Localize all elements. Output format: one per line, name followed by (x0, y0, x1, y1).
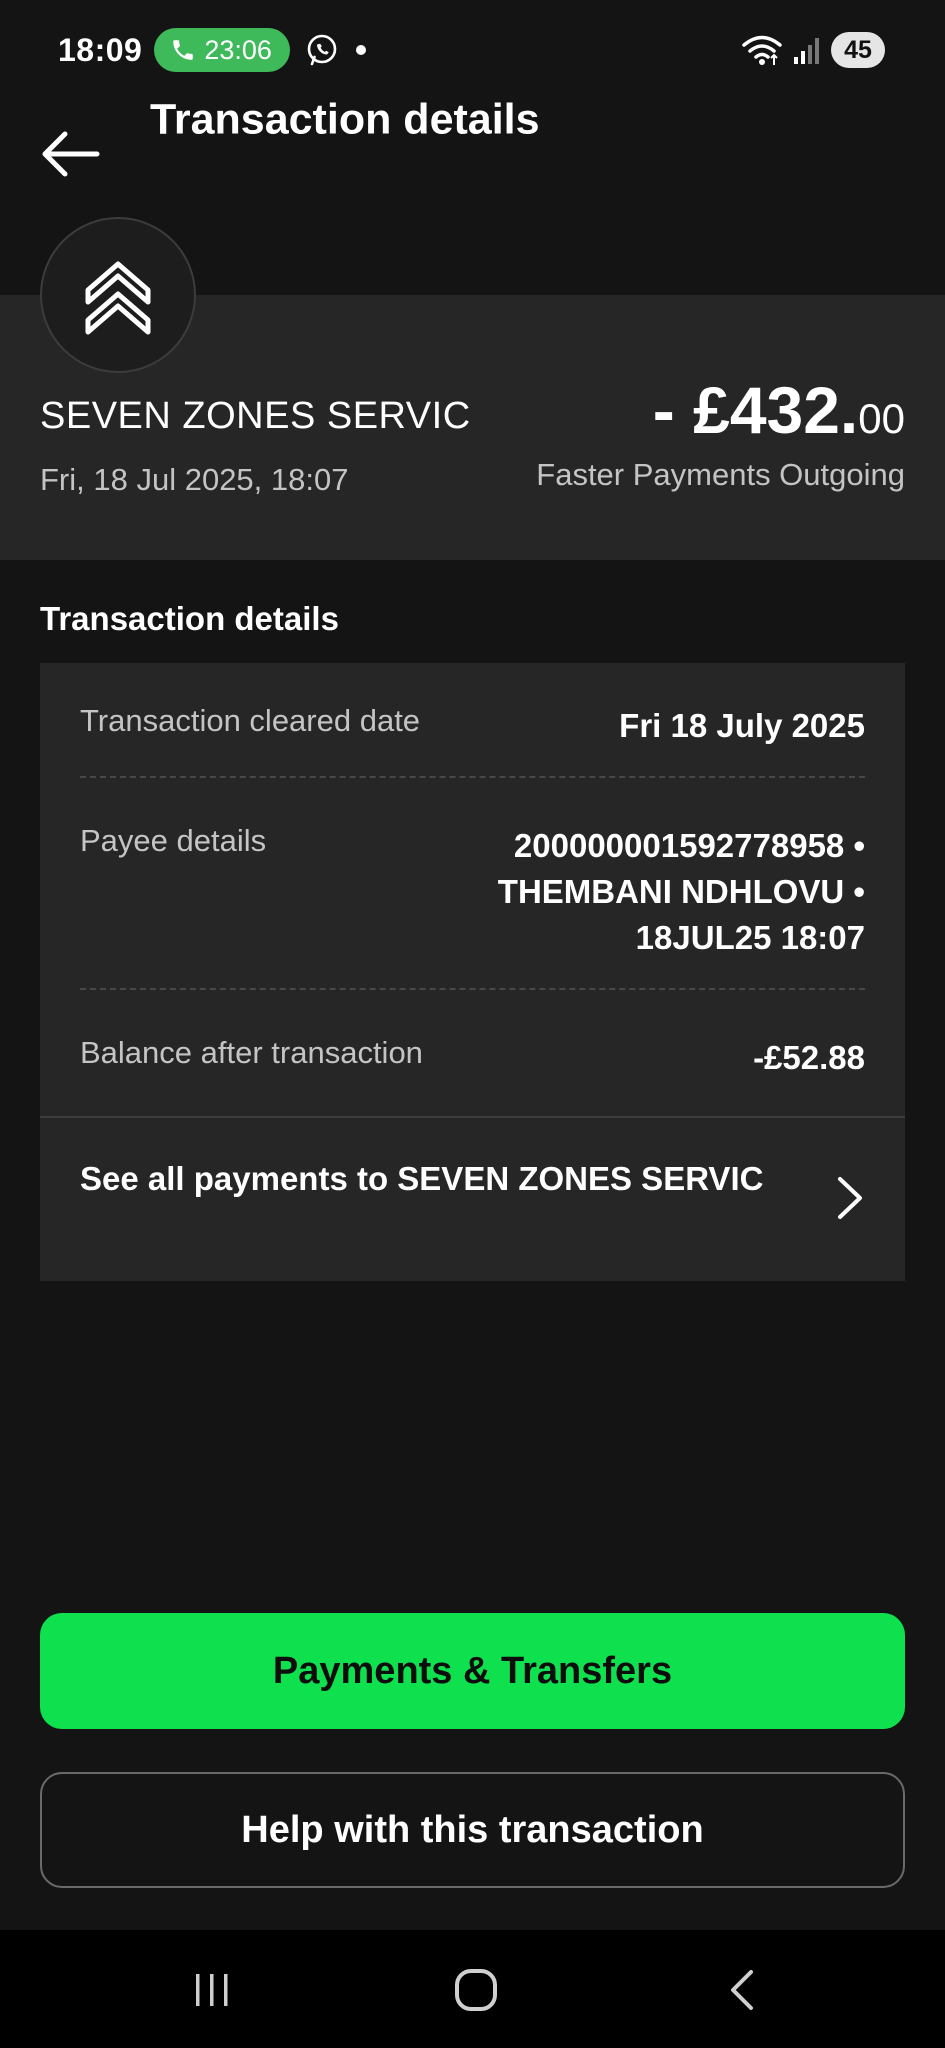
see-all-payments-link[interactable]: See all payments to SEVEN ZONES SERVIC (40, 1118, 905, 1281)
merchant-name: SEVEN ZONES SERVIC (40, 395, 471, 437)
call-duration: 23:06 (204, 34, 272, 65)
detail-label: Balance after transaction (80, 1035, 423, 1070)
help-with-transaction-button[interactable]: Help with this transaction (40, 1772, 905, 1888)
details-card: Transaction cleared date Fri 18 July 202… (40, 663, 905, 1281)
page-title: Transaction details (150, 95, 540, 144)
see-all-label: See all payments to SEVEN ZONES SERVIC (80, 1160, 764, 1197)
home-icon (455, 1969, 497, 2011)
home-button[interactable] (446, 1960, 506, 2020)
detail-row-payee: Payee details 200000001592778958 • THEMB… (80, 823, 865, 963)
wifi-icon (742, 35, 782, 65)
back-button[interactable] (36, 120, 104, 188)
section-title: Transaction details (40, 600, 339, 637)
detail-value: Fri 18 July 2025 (619, 707, 865, 744)
divider (80, 776, 865, 778)
ongoing-call-pill[interactable]: 23:06 (154, 28, 290, 72)
notification-dot-icon (355, 45, 366, 55)
signal-icon (794, 38, 819, 64)
transaction-datetime: Fri, 18 Jul 2025, 18:07 (40, 462, 349, 497)
detail-value: -£52.88 (753, 1039, 865, 1076)
payee-line: 18JUL25 18:07 (635, 919, 865, 956)
detail-row-cleared-date: Transaction cleared date Fri 18 July 202… (80, 703, 865, 753)
merchant-logo (40, 217, 196, 373)
back-arrow-icon (42, 131, 100, 177)
detail-label: Transaction cleared date (80, 703, 421, 738)
divider (80, 988, 865, 990)
battery-icon: 45 (831, 32, 885, 68)
detail-value: 200000001592778958 • THEMBANI NDHLOVU • … (498, 823, 865, 961)
amount-main: - £432. (652, 373, 859, 447)
detail-row-balance: Balance after transaction -£52.88 (80, 1035, 865, 1085)
transaction-type: Faster Payments Outgoing (536, 457, 905, 492)
recent-apps-button[interactable] (182, 1960, 242, 2020)
amount-cents: 00 (858, 395, 905, 442)
phone-icon (173, 40, 194, 60)
back-icon (731, 1970, 753, 2010)
payee-line: 200000001592778958 • (513, 827, 865, 864)
chevron-right-icon (838, 1177, 862, 1219)
payments-transfers-button[interactable]: Payments & Transfers (40, 1613, 905, 1729)
recent-apps-icon (196, 1974, 228, 2006)
transaction-amount: - £432.00 (653, 372, 905, 448)
status-bar: 18:09 23:06 45 (0, 0, 945, 100)
payee-line: THEMBANI NDHLOVU • (497, 873, 865, 910)
status-icons: 45 (741, 32, 885, 68)
whatsapp-icon (307, 34, 337, 66)
nav-back-button[interactable] (712, 1960, 772, 2020)
system-nav-bar (0, 1930, 945, 2048)
double-chevron-up-icon (85, 261, 151, 335)
detail-label: Payee details (80, 823, 267, 858)
status-time: 18:09 (58, 31, 143, 68)
